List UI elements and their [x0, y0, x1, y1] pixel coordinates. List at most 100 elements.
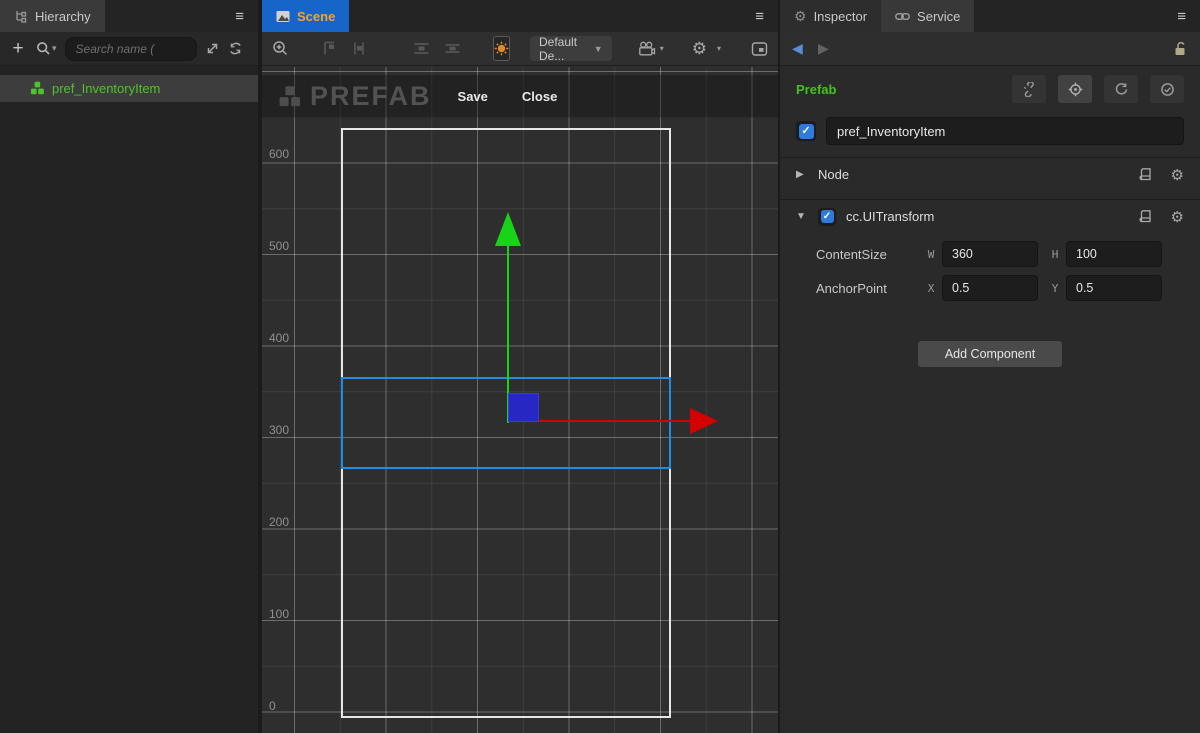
refresh-button[interactable]	[228, 41, 243, 56]
node-collapse-arrow-icon[interactable]: ▶	[796, 169, 808, 180]
prefab-watermark-cubes-icon	[278, 85, 302, 109]
hierarchy-tree: pref_InventoryItem	[0, 67, 258, 733]
node-section-icons: ⚙	[1138, 166, 1184, 184]
scene-gear-caret-icon: ▾	[717, 44, 721, 53]
camera-settings-caret-icon: ▾	[660, 44, 664, 53]
nav-back-button[interactable]: ◀	[792, 40, 818, 57]
display-mode-dropdown[interactable]: Default De... ▼	[530, 36, 612, 61]
tab-scene[interactable]: Scene	[262, 0, 349, 32]
anchor-point-y-input[interactable]	[1066, 275, 1162, 301]
tab-service[interactable]: Service	[881, 0, 974, 32]
uitransform-collapse-arrow-icon[interactable]: ▼	[796, 211, 808, 222]
unlink-prefab-button[interactable]	[1012, 75, 1046, 103]
content-size-row: ContentSize W H	[780, 237, 1200, 271]
ruler-label: 400	[269, 331, 289, 345]
uitransform-settings-gear-icon[interactable]: ⚙	[1171, 208, 1184, 226]
node-help-book-icon[interactable]	[1138, 166, 1153, 184]
selected-node-bounds	[341, 377, 671, 469]
search-icon	[36, 41, 51, 56]
ruler-label: 300	[269, 423, 289, 437]
tab-inspector[interactable]: ⚙ Inspector	[780, 0, 881, 32]
search-input[interactable]	[65, 37, 197, 61]
zoom-icon[interactable]	[272, 40, 289, 57]
anchor-point-label: AnchorPoint	[816, 281, 924, 296]
uitransform-section-icons: ⚙	[1138, 208, 1184, 226]
hierarchy-tabbar: Hierarchy ≡	[0, 0, 258, 32]
content-size-h-input[interactable]	[1066, 241, 1162, 267]
tab-hierarchy[interactable]: Hierarchy	[0, 0, 105, 32]
tab-scene-label: Scene	[297, 9, 335, 24]
scene-light-toggle[interactable]	[493, 36, 510, 61]
node-name-input[interactable]	[826, 117, 1184, 145]
display-mode-value: Default De...	[539, 35, 588, 63]
display-mode-caret-icon: ▼	[594, 44, 603, 54]
apply-prefab-button[interactable]	[1150, 75, 1184, 103]
align-center-icon[interactable]	[351, 41, 367, 56]
node-settings-gear-icon[interactable]: ⚙	[1171, 166, 1184, 184]
lock-icon[interactable]	[1173, 41, 1188, 57]
prefab-cubes-icon	[30, 81, 45, 96]
content-size-w-label: W	[924, 248, 938, 261]
node-active-checkbox[interactable]: ✓	[796, 121, 816, 141]
align-left-icon[interactable]	[321, 41, 337, 56]
scene-gear-button[interactable]: ⚙	[692, 39, 707, 59]
nav-forward-button[interactable]: ▶	[818, 40, 844, 57]
prefab-action-buttons	[1012, 75, 1184, 103]
add-component-button[interactable]: Add Component	[918, 341, 1062, 367]
inspector-panel: ⚙ Inspector Service ≡ ◀ ▶	[780, 0, 1200, 733]
search-filter-caret-icon: ▾	[52, 43, 57, 54]
revert-prefab-button[interactable]	[1104, 75, 1138, 103]
split-view-button[interactable]	[751, 41, 768, 57]
distribute-horizontal-icon[interactable]	[444, 41, 461, 56]
hierarchy-item-pref-inventoryitem[interactable]: pref_InventoryItem	[0, 75, 258, 102]
check-icon: ✓	[799, 124, 814, 139]
hierarchy-item-label: pref_InventoryItem	[52, 81, 160, 96]
content-size-w-input[interactable]	[942, 241, 1038, 267]
uitransform-section-header[interactable]: ▼ ✓ cc.UITransform ⚙	[780, 199, 1200, 233]
add-component-wrap: Add Component	[780, 341, 1200, 367]
scene-tabbar: Scene ≡	[262, 0, 778, 32]
inspector-nav-row: ◀ ▶	[780, 32, 1200, 66]
prefab-watermark: PREFAB	[278, 81, 432, 112]
prefab-asset-row: Prefab	[780, 67, 1200, 111]
node-section-header[interactable]: ▶ Node ⚙	[780, 157, 1200, 191]
uitransform-enabled-checkbox[interactable]: ✓	[818, 208, 836, 226]
camera-settings-button[interactable]	[638, 41, 656, 57]
tab-service-label: Service	[917, 9, 960, 24]
inspector-body: Prefab	[780, 67, 1200, 733]
inspector-tabbar: ⚙ Inspector Service ≡	[780, 0, 1200, 32]
expand-all-button[interactable]	[205, 41, 220, 56]
anchor-point-x-input[interactable]	[942, 275, 1038, 301]
inspector-menu-icon[interactable]: ≡	[1163, 8, 1200, 25]
uitransform-section-title: cc.UITransform	[846, 209, 934, 224]
create-node-button[interactable]: +	[8, 38, 28, 60]
gizmo-xy-plane-handle[interactable]	[508, 393, 539, 422]
scene-viewport[interactable]: PREFAB Save Close 6005004003002001000	[262, 67, 778, 733]
locate-asset-button[interactable]	[1058, 75, 1092, 103]
hierarchy-menu-icon[interactable]: ≡	[221, 8, 258, 25]
check-icon: ✓	[821, 210, 834, 223]
anchor-point-x-label: X	[924, 282, 938, 295]
node-section-title: Node	[818, 167, 849, 182]
scene-menu-icon[interactable]: ≡	[741, 8, 778, 25]
tab-inspector-label: Inspector	[814, 9, 867, 24]
prefab-watermark-label: PREFAB	[310, 81, 432, 112]
hierarchy-panel: Hierarchy ≡ + ▾	[0, 0, 258, 733]
gizmo-x-arrowhead-icon[interactable]	[690, 408, 718, 434]
uitransform-help-book-icon[interactable]	[1138, 208, 1153, 226]
distribute-vertical-icon[interactable]	[413, 41, 430, 56]
ruler-label: 500	[269, 239, 289, 253]
scene-toolbar: Default De... ▼ ▾ ⚙ ▾	[262, 32, 778, 66]
anchor-point-y-label: Y	[1048, 282, 1062, 295]
gizmo-y-arrowhead-icon[interactable]	[495, 212, 521, 246]
prefab-asset-label: Prefab	[796, 82, 836, 97]
prefab-close-button[interactable]: Close	[522, 89, 557, 104]
anchor-point-row: AnchorPoint X Y	[780, 271, 1200, 305]
scene-panel: Scene ≡	[262, 0, 778, 733]
service-link-icon	[895, 11, 910, 22]
content-size-label: ContentSize	[816, 247, 924, 262]
prefab-save-button[interactable]: Save	[458, 89, 488, 104]
prefab-edit-bar: PREFAB Save Close	[262, 75, 778, 118]
search-filter-button[interactable]: ▾	[36, 41, 57, 56]
content-size-h-label: H	[1048, 248, 1062, 261]
